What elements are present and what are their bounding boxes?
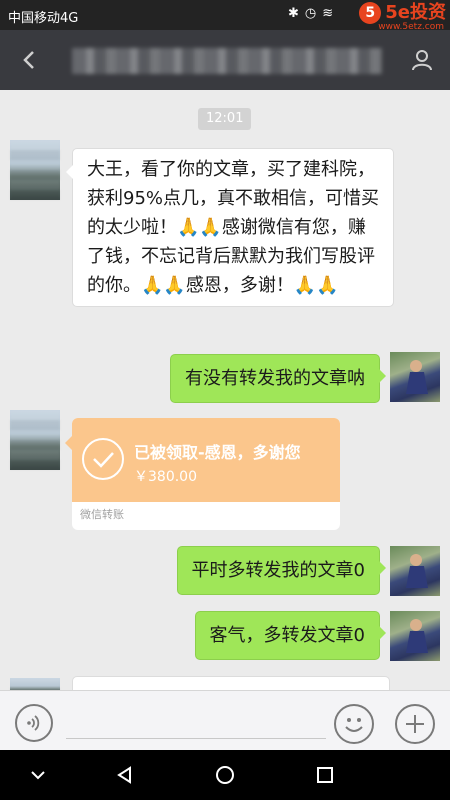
avatar[interactable] <box>390 546 440 596</box>
avatar[interactable] <box>390 611 440 661</box>
bluetooth-icon: ✱ <box>288 6 299 21</box>
voice-button[interactable] <box>15 704 53 742</box>
chevron-down-icon <box>31 771 45 780</box>
chat-info-button[interactable] <box>408 46 436 74</box>
plus-icon <box>406 715 424 733</box>
status-icons: ✱ ◷ ≋ <box>288 6 333 21</box>
watermark-logo: 5 5e投资 <box>359 2 446 24</box>
watermark-badge: 5 <box>359 2 382 24</box>
chat-title-pixelated <box>72 48 382 74</box>
recents-square-icon <box>317 767 333 783</box>
chat-header <box>0 30 450 90</box>
message-bubble[interactable]: 客气，多转发文章0 <box>194 611 387 660</box>
voice-icon <box>27 715 40 731</box>
emoji-icon <box>345 718 363 732</box>
avatar[interactable] <box>10 678 60 690</box>
system-nav-bar <box>0 750 450 800</box>
avatar[interactable] <box>10 140 60 200</box>
transfer-card[interactable]: 已被领取-感恩，多谢您 ￥380.00 微信转账 <box>72 418 340 530</box>
message-bubble-partial[interactable] <box>72 676 390 690</box>
hide-nav-button[interactable] <box>25 762 51 788</box>
carrier-label: 中国移动4G <box>8 11 79 26</box>
chat-area[interactable]: 12:01 大王，看了你的文章，买了建科院，获利95%点几，真不敢相信，可惜买的… <box>0 90 450 690</box>
wifi-icon: ≋ <box>322 6 334 21</box>
message-bubble[interactable]: 有没有转发我的文章呐 <box>170 354 386 403</box>
input-bar <box>0 690 450 750</box>
check-circle-icon <box>82 438 124 480</box>
alarm-icon: ◷ <box>304 6 317 21</box>
back-arrow-icon <box>23 51 34 69</box>
back-button[interactable] <box>16 46 44 74</box>
timestamp-chip: 12:01 <box>198 108 252 130</box>
message-bubble[interactable]: 大王，看了你的文章，买了建科院，获利95%点几，真不敢相信，可惜买的太少啦！🙏🙏… <box>66 148 394 307</box>
avatar[interactable] <box>10 410 60 470</box>
watermark-text: 5e投资 <box>385 2 446 23</box>
emoji-button[interactable] <box>334 704 374 744</box>
profile-icon <box>412 50 432 71</box>
transfer-footer: 微信转账 <box>80 508 124 521</box>
message-input[interactable] <box>66 703 326 739</box>
system-home-button[interactable] <box>212 762 238 788</box>
back-triangle-icon <box>117 766 131 784</box>
more-button[interactable] <box>395 704 435 744</box>
transfer-title: 已被领取-感恩，多谢您 <box>134 443 301 462</box>
home-circle-icon <box>216 766 234 784</box>
bubble-tail <box>65 436 72 450</box>
status-bar: 中国移动4G ✱ ◷ ≋ 5 5e投资 www.5etz.com <box>0 0 450 32</box>
system-back-button[interactable] <box>112 762 138 788</box>
message-bubble[interactable]: 平时多转发我的文章0 <box>176 546 387 595</box>
system-recents-button[interactable] <box>312 762 338 788</box>
transfer-amount: ￥380.00 <box>134 469 197 485</box>
avatar[interactable] <box>390 352 440 402</box>
